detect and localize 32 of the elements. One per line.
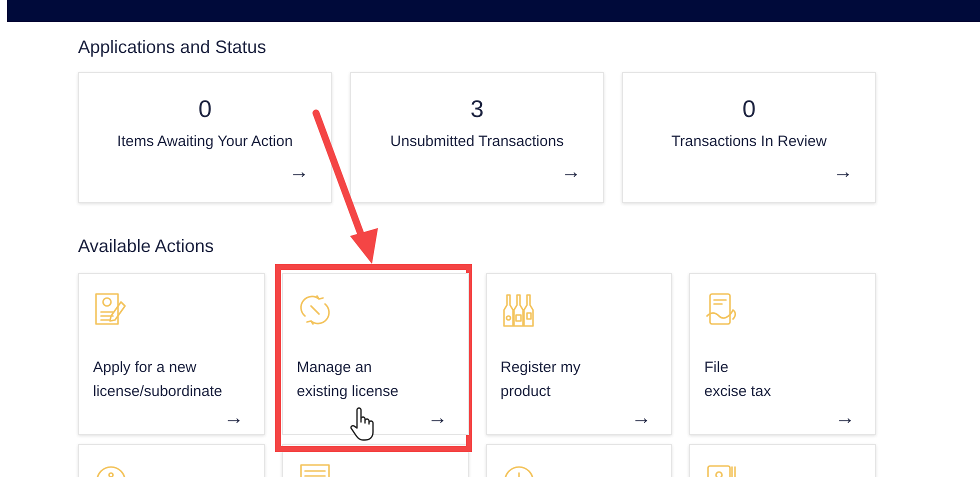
status-count: 0: [198, 95, 212, 125]
arrow-icon: →: [631, 406, 652, 430]
action-label: Register my: [500, 358, 581, 378]
section-heading: Available Actions: [78, 235, 215, 258]
action-card[interactable]: Manage an existing license →: [282, 273, 468, 435]
arrow-icon: →: [833, 160, 853, 184]
status-card[interactable]: 3 Unsubmitted Transactions →: [350, 72, 604, 203]
action-card[interactable]: Register my product →: [486, 273, 672, 435]
action-label: Manage an: [296, 358, 372, 378]
pointer-hand-icon: [349, 406, 375, 442]
status-label: Items Awaiting Your Action: [117, 132, 293, 152]
action-label: File: [704, 358, 728, 378]
arrow-icon: →: [835, 406, 855, 430]
arrow-icon: →: [224, 406, 244, 430]
status-label: Unsubmitted Transactions: [390, 132, 564, 152]
action-label: license/subordinate: [93, 382, 222, 402]
bottles-icon: [500, 292, 536, 328]
arrow-icon: →: [561, 160, 581, 184]
status-count: 0: [742, 95, 756, 125]
section-heading: Applications and Status: [78, 36, 268, 59]
action-label: existing license: [296, 382, 398, 402]
action-label: excise tax: [704, 382, 771, 402]
arrow-icon: →: [428, 406, 448, 430]
status-count: 3: [470, 95, 484, 125]
action-label: product: [500, 382, 551, 402]
status-card[interactable]: 0 Items Awaiting Your Action →: [78, 72, 332, 203]
status-label: Transactions In Review: [671, 132, 827, 152]
action-label: Apply for a new: [93, 358, 196, 378]
status-card[interactable]: 0 Transactions In Review →: [622, 72, 876, 203]
action-card[interactable]: File excise tax →: [689, 273, 876, 435]
action-card[interactable]: Apply for a new license/subordinate →: [78, 273, 265, 435]
arrow-icon: →: [289, 160, 309, 184]
